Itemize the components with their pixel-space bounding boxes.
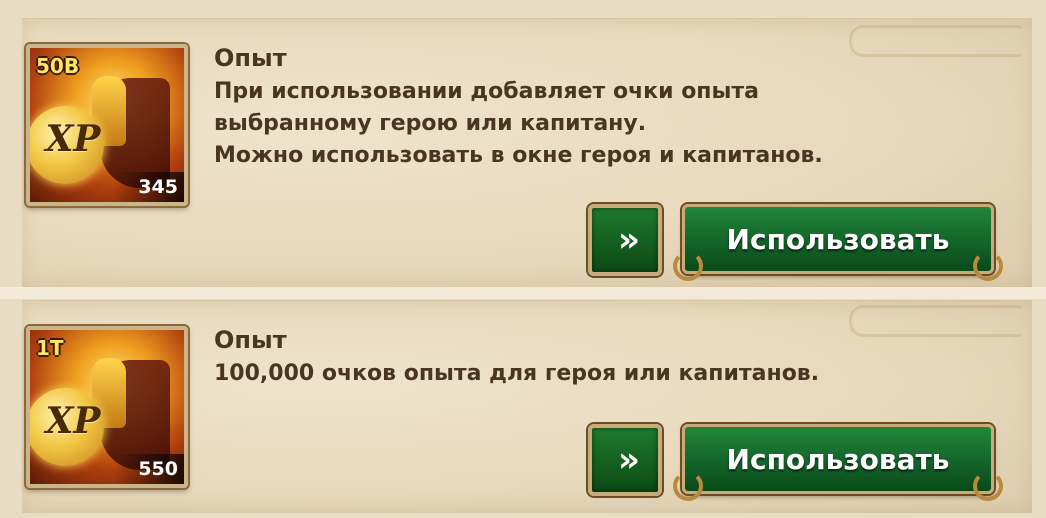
xp-label: XP (45, 118, 101, 160)
details-arrow-button[interactable]: » (588, 204, 662, 276)
xp-item-icon-2[interactable]: XP 1T 550 (26, 326, 188, 488)
item-title: Опыт (214, 44, 287, 72)
item-count: 345 (114, 172, 184, 202)
card-divider (0, 287, 1046, 299)
description-line: При использовании добавляет очки опыта (214, 79, 759, 104)
description-line: выбранному герою или капитану. (214, 111, 647, 136)
description-line: Можно использовать в окне героя и капита… (214, 143, 823, 168)
double-chevron-right-icon: » (618, 440, 640, 480)
item-count: 550 (114, 454, 184, 484)
use-button-label: Использовать (726, 442, 950, 476)
double-chevron-right-icon: » (618, 220, 640, 260)
ornament-curl-icon (673, 471, 703, 501)
use-button[interactable]: Использовать (673, 204, 1003, 281)
item-title: Опыт (214, 326, 287, 354)
item-description: 100,000 очков опыта для героя или капита… (214, 358, 994, 390)
ornament-curl-icon (673, 251, 703, 281)
description-line: 100,000 очков опыта для героя или капита… (214, 361, 820, 386)
details-arrow-button[interactable]: » (588, 424, 662, 496)
tier-badge: 50B (36, 54, 80, 78)
ornament-curl-icon (973, 471, 1003, 501)
item-description: При использовании добавляет очки опыта в… (214, 76, 994, 172)
xp-item-icon-1[interactable]: XP 50B 345 (26, 44, 188, 206)
scroll-ornament (849, 305, 1022, 337)
tier-badge: 1T (36, 336, 64, 360)
xp-label: XP (45, 400, 101, 442)
use-button-label: Использовать (726, 222, 950, 256)
scroll-ornament (849, 25, 1022, 57)
ornament-curl-icon (973, 251, 1003, 281)
use-button[interactable]: Использовать (673, 424, 1003, 501)
